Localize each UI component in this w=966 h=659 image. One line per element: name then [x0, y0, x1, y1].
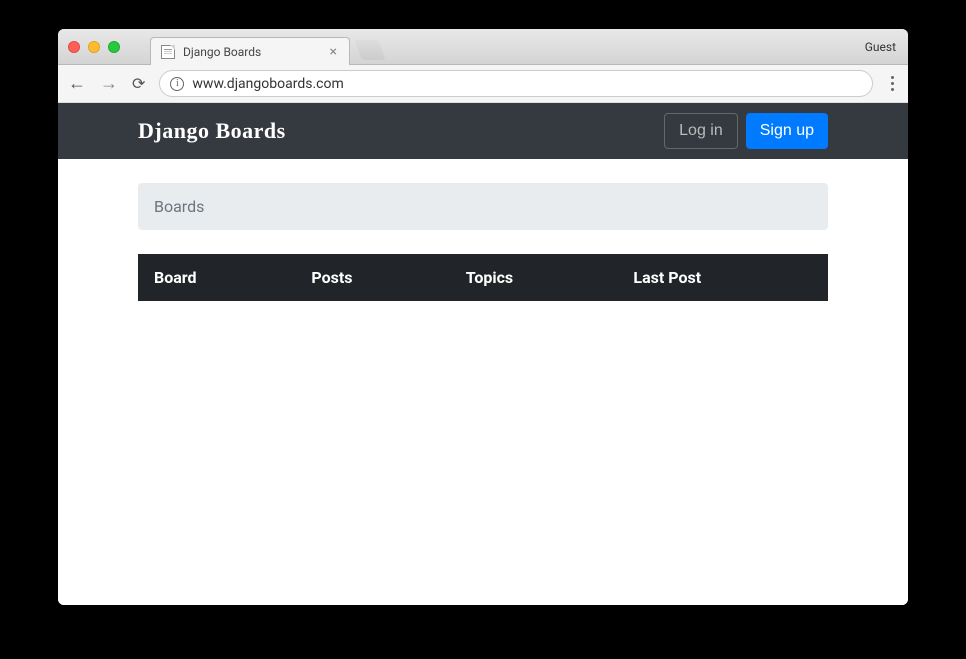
window-controls [68, 41, 120, 53]
reload-button[interactable]: ⟳ [132, 74, 145, 93]
page-content: Django Boards Log in Sign up Boards Boar… [58, 103, 908, 605]
login-button[interactable]: Log in [664, 113, 738, 149]
main-container: Boards Board Posts Topics Last Post [138, 183, 828, 301]
profile-guest-label[interactable]: Guest [865, 40, 896, 54]
col-board: Board [138, 254, 295, 301]
minimize-window-button[interactable] [88, 41, 100, 53]
close-tab-icon[interactable]: × [330, 44, 337, 60]
signup-button[interactable]: Sign up [746, 113, 828, 149]
site-info-icon[interactable]: i [170, 77, 184, 91]
boards-table: Board Posts Topics Last Post [138, 254, 828, 301]
url-text: www.djangoboards.com [192, 76, 343, 92]
browser-tab-active[interactable]: Django Boards × [150, 37, 350, 65]
browser-tabs: Django Boards × [150, 29, 382, 64]
window-titlebar: Django Boards × Guest [58, 29, 908, 65]
page-icon [161, 45, 175, 59]
browser-toolbar: ← → ⟳ i www.djangoboards.com [58, 65, 908, 103]
breadcrumb-item: Boards [154, 197, 204, 216]
breadcrumb: Boards [138, 183, 828, 230]
col-last-post: Last Post [617, 254, 828, 301]
forward-button: → [100, 73, 118, 94]
browser-window: Django Boards × Guest ← → ⟳ i www.django… [58, 29, 908, 605]
tab-title: Django Boards [183, 45, 261, 59]
close-window-button[interactable] [68, 41, 80, 53]
table-header-row: Board Posts Topics Last Post [138, 254, 828, 301]
brand-logo[interactable]: Django Boards [138, 118, 286, 144]
table-header: Board Posts Topics Last Post [138, 254, 828, 301]
back-button[interactable]: ← [68, 73, 86, 94]
col-posts: Posts [295, 254, 449, 301]
browser-menu-button[interactable] [887, 76, 898, 91]
address-bar[interactable]: i www.djangoboards.com [159, 70, 873, 97]
col-topics: Topics [450, 254, 618, 301]
site-navbar: Django Boards Log in Sign up [58, 103, 908, 159]
maximize-window-button[interactable] [108, 41, 120, 53]
auth-buttons: Log in Sign up [664, 113, 828, 149]
new-tab-button[interactable] [354, 40, 385, 60]
